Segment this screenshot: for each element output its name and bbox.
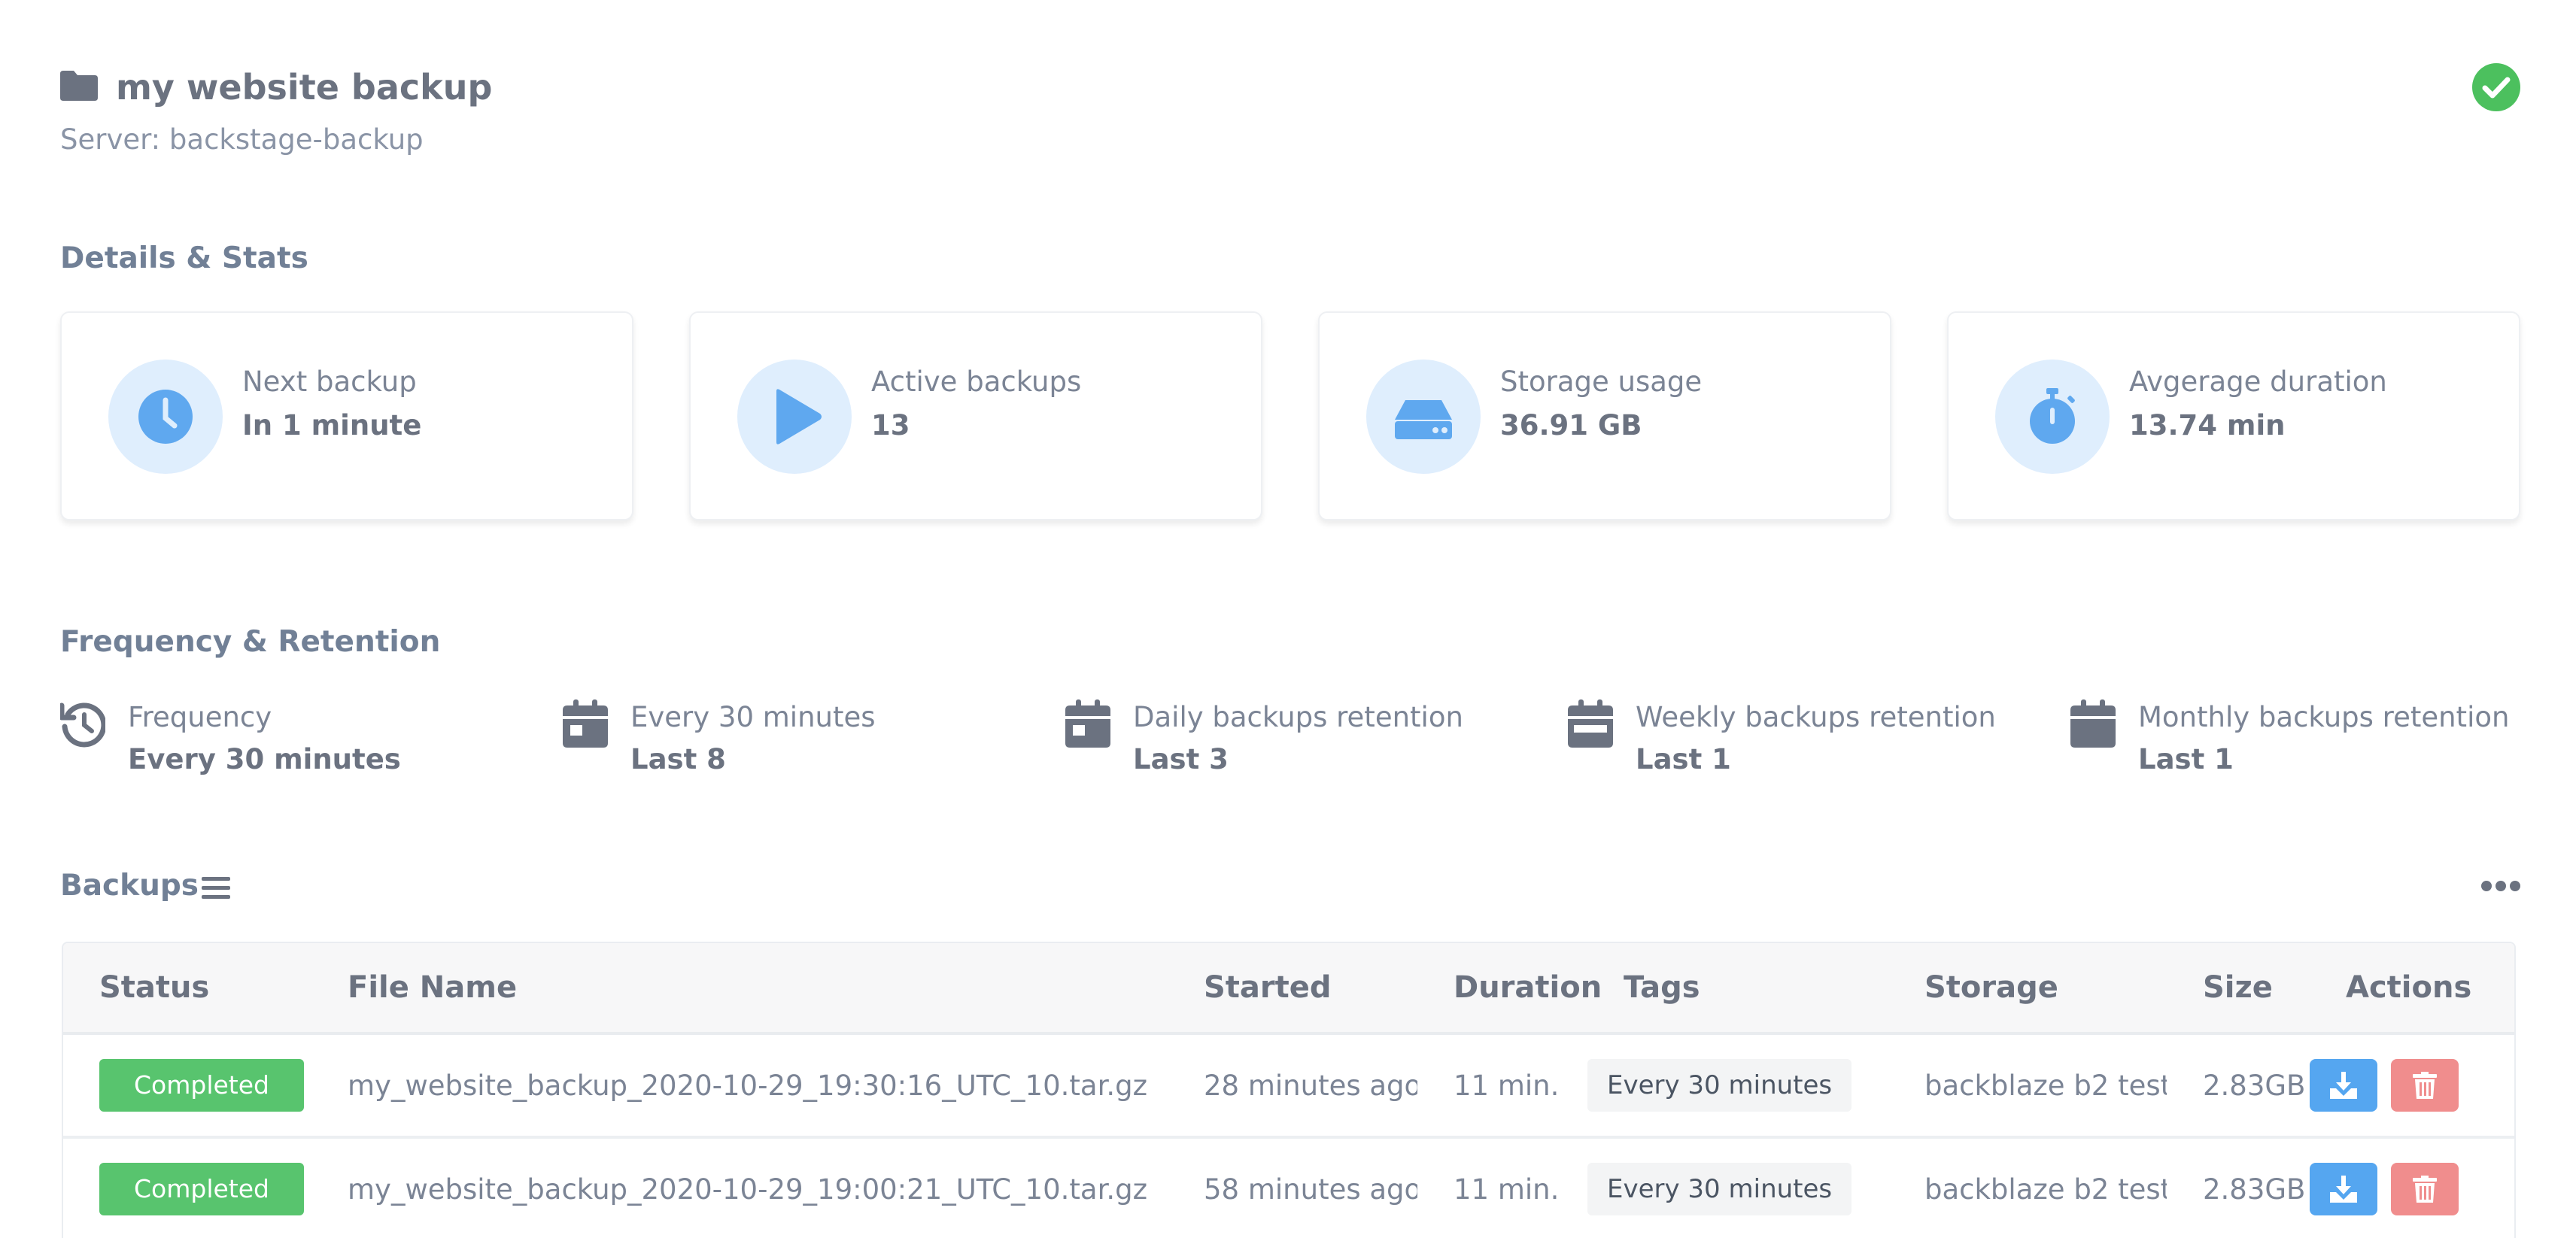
file-name-cell: my_website_backup_2020-10-29_19:00:21_UT… — [311, 1137, 1168, 1238]
stat-value: 13.74 min — [2129, 409, 2286, 441]
details-title: Details & Stats — [60, 241, 308, 275]
frequency-label: Every 30 minutes — [630, 701, 876, 733]
play-icon — [776, 389, 822, 445]
delete-button[interactable] — [2391, 1163, 2459, 1215]
tag-badge: Every 30 minutes — [1587, 1163, 1852, 1215]
stat-value: In 1 minute — [242, 409, 422, 441]
download-button[interactable] — [2310, 1163, 2377, 1215]
column-header-duration[interactable]: Duration — [1417, 943, 1602, 1035]
stat-label: Storage usage — [1500, 366, 1703, 398]
page-title: my website backup — [116, 67, 493, 108]
frequency-value: Last 8 — [630, 743, 726, 775]
frequency-label: Monthly backups retention — [2138, 701, 2510, 733]
frequency-title: Frequency & Retention — [60, 625, 441, 659]
stopwatch-icon — [2030, 388, 2075, 444]
size-cell: 2.83GB — [2167, 1137, 2310, 1238]
started-cell: 28 minutes ago — [1168, 1033, 1417, 1139]
trash-icon — [2413, 1072, 2437, 1099]
frequency-label: Frequency — [128, 701, 272, 733]
stat-label: Avgerage duration — [2129, 366, 2387, 398]
size-cell: 2.83GB — [2167, 1033, 2310, 1139]
duration-cell: 11 min. — [1417, 1033, 1587, 1139]
stat-label: Next backup — [242, 366, 417, 398]
status-badge: Completed — [99, 1163, 304, 1215]
trash-icon — [2413, 1176, 2437, 1203]
frequency-value: Last 3 — [1133, 743, 1229, 775]
stat-value: 13 — [871, 409, 910, 441]
calendar-icon — [2070, 699, 2116, 748]
download-icon — [2330, 1176, 2357, 1203]
stat-card-next-backup: Next backup In 1 minute — [60, 311, 633, 520]
tag-badge: Every 30 minutes — [1587, 1059, 1852, 1112]
column-header-size[interactable]: Size — [2167, 943, 2310, 1035]
calendar-icon — [1065, 699, 1110, 748]
more-options-icon[interactable] — [2481, 877, 2520, 895]
frequency-value: Last 1 — [2138, 743, 2234, 775]
file-name-cell: my_website_backup_2020-10-29_19:30:16_UT… — [311, 1033, 1168, 1139]
column-header-started[interactable]: Started — [1168, 943, 1417, 1035]
status-badge: Completed — [99, 1059, 304, 1112]
history-icon — [60, 702, 105, 748]
page-header: my website backup Server: backstage-back… — [60, 63, 2520, 168]
stat-label: Active backups — [871, 366, 1082, 398]
download-icon — [2330, 1072, 2357, 1099]
stats-cards: Next backup In 1 minute Active backups 1… — [60, 311, 2520, 520]
stat-card-storage-usage: Storage usage 36.91 GB — [1318, 311, 1891, 520]
column-header-status[interactable]: Status — [63, 943, 311, 1035]
backups-title: Backups — [60, 869, 199, 903]
server-label: Server: backstage-backup — [60, 123, 424, 156]
frequency-label: Daily backups retention — [1133, 701, 1463, 733]
storage-cell: backblaze b2 test — [1888, 1137, 2167, 1238]
backups-header: Backups — [60, 863, 2520, 909]
stat-card-active-backups: Active backups 13 — [689, 311, 1262, 520]
column-header-actions: Actions — [2310, 943, 2514, 1035]
table-row: Completed my_website_backup_2020-10-29_1… — [63, 1137, 2514, 1238]
stat-card-average-duration: Avgerage duration 13.74 min — [1947, 311, 2520, 520]
calendar-icon — [1568, 699, 1613, 748]
table-header-row: Status File Name Started Duration Tags S… — [63, 943, 2514, 1035]
column-header-file-name[interactable]: File Name — [311, 943, 1168, 1035]
backups-table: Status File Name Started Duration Tags S… — [62, 942, 2516, 1238]
frequency-value: Last 1 — [1636, 743, 1731, 775]
frequency-list: Frequency Every 30 minutes Every 30 minu… — [60, 692, 2543, 790]
stat-value: 36.91 GB — [1500, 409, 1642, 441]
list-icon[interactable] — [202, 877, 230, 900]
storage-cell: backblaze b2 test — [1888, 1033, 2167, 1139]
frequency-value: Every 30 minutes — [128, 743, 401, 775]
calendar-icon — [563, 699, 608, 748]
table-row: Completed my_website_backup_2020-10-29_1… — [63, 1033, 2514, 1139]
column-header-storage[interactable]: Storage — [1888, 943, 2167, 1035]
started-cell: 58 minutes ago — [1168, 1137, 1417, 1238]
column-header-tags[interactable]: Tags — [1587, 943, 1888, 1035]
frequency-label: Weekly backups retention — [1636, 701, 1996, 733]
download-button[interactable] — [2310, 1059, 2377, 1112]
hard-drive-icon — [1395, 400, 1452, 439]
duration-cell: 11 min. — [1417, 1137, 1587, 1238]
folder-icon — [60, 71, 98, 101]
check-circle-icon — [2472, 63, 2520, 111]
clock-icon — [138, 390, 193, 444]
delete-button[interactable] — [2391, 1059, 2459, 1112]
